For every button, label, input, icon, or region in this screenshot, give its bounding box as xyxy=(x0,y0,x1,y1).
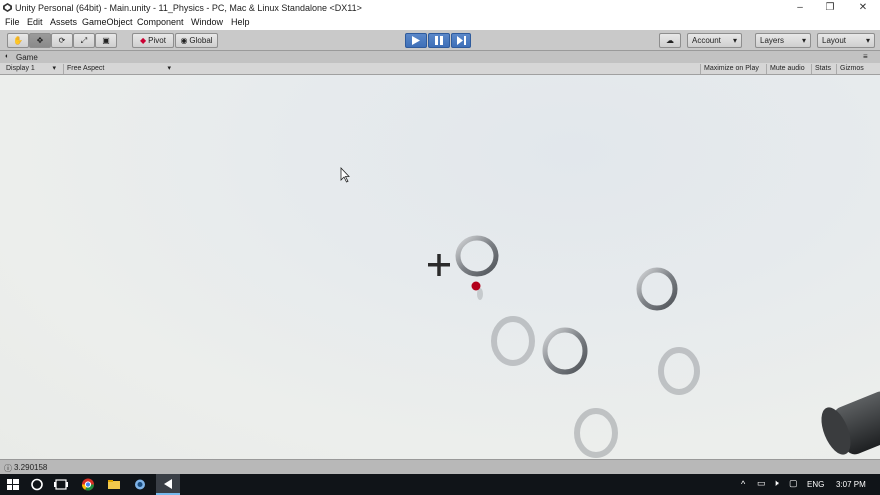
game-scene xyxy=(340,166,880,458)
clock[interactable]: 3:07 PM xyxy=(836,480,866,489)
chevron-down-icon: ▾ xyxy=(167,65,171,72)
gizmos-dropdown[interactable]: Gizmos xyxy=(836,64,867,74)
unity-logo-icon xyxy=(3,3,12,12)
menu-help[interactable]: Help xyxy=(231,17,250,27)
game-tab-label[interactable]: Game xyxy=(16,53,38,62)
unity-icon xyxy=(164,479,172,489)
menu-window[interactable]: Window xyxy=(191,17,223,27)
ring xyxy=(636,267,678,311)
pivot-button[interactable]: ◆ Pivot xyxy=(132,33,174,48)
scale-tool-icon[interactable]: ⤢ xyxy=(73,33,95,48)
rotate-tool-icon[interactable]: ⟳ xyxy=(51,33,73,48)
status-bar: ⓘ 3.290158 xyxy=(0,459,880,474)
step-button[interactable] xyxy=(451,33,471,48)
menu-assets[interactable]: Assets xyxy=(50,17,77,27)
layout-label: Layout xyxy=(822,36,847,45)
chevron-down-icon: ▾ xyxy=(732,36,737,45)
task-view-icon[interactable] xyxy=(52,477,70,492)
play-icon xyxy=(412,36,420,45)
tray-chevron-up-icon[interactable]: ^ xyxy=(741,479,745,489)
menu-component[interactable]: Component xyxy=(137,17,184,27)
network-icon[interactable]: ▭ xyxy=(757,478,766,489)
ring-shadow xyxy=(491,316,535,366)
ring-shadow xyxy=(574,408,618,458)
cortana-icon[interactable] xyxy=(28,477,46,492)
close-icon[interactable]: ✕ xyxy=(853,1,873,15)
menu-bar: File Edit Assets GameObject Component Wi… xyxy=(0,16,880,30)
global-icon: ◉ xyxy=(180,36,188,45)
mute-audio-toggle[interactable]: Mute audio xyxy=(766,64,808,74)
game-tab-icon: ◐ xyxy=(5,53,10,60)
account-dropdown[interactable]: Account ▾ xyxy=(687,33,742,48)
tab-menu-icon[interactable]: ≡ xyxy=(863,52,868,61)
hand-tool-icon[interactable]: ✋ xyxy=(7,33,29,48)
language-indicator[interactable]: ENG xyxy=(807,480,824,489)
chrome-icon[interactable] xyxy=(79,477,97,492)
window-title: Unity Personal (64bit) - Main.unity - 11… xyxy=(15,3,362,13)
global-label: Global xyxy=(189,36,213,45)
global-button[interactable]: ◉ Global xyxy=(175,33,218,48)
title-bar: Unity Personal (64bit) - Main.unity - 11… xyxy=(0,0,880,16)
pivot-dot-icon: ◆ xyxy=(140,36,147,45)
layers-label: Layers xyxy=(760,36,785,45)
menu-edit[interactable]: Edit xyxy=(27,17,43,27)
restore-icon[interactable]: ❐ xyxy=(820,1,840,15)
layout-dropdown[interactable]: Layout ▾ xyxy=(817,33,875,48)
red-ball xyxy=(471,281,481,291)
chevron-down-icon: ▾ xyxy=(52,65,56,72)
volume-icon[interactable]: 🕨 xyxy=(773,478,779,489)
minimize-icon[interactable]: – xyxy=(790,1,810,15)
chevron-down-icon: ▾ xyxy=(801,36,806,45)
aspect-dropdown[interactable]: Free Aspect ▾ xyxy=(63,64,173,74)
game-viewport[interactable] xyxy=(0,75,880,459)
info-icon: ⓘ xyxy=(4,464,12,473)
account-label: Account xyxy=(692,36,721,45)
unity-taskbar-button[interactable] xyxy=(156,474,180,495)
game-view-controls: Display 1 ▾ Free Aspect ▾ Maximize on Play… xyxy=(0,63,880,75)
play-button[interactable] xyxy=(405,33,427,48)
pivot-label: Pivot xyxy=(148,36,166,45)
step-icon xyxy=(456,36,466,45)
game-tab-row: ◐ Game ≡ xyxy=(0,51,880,63)
pause-icon xyxy=(435,36,443,45)
file-explorer-icon[interactable] xyxy=(105,477,123,492)
mouse-cursor-icon xyxy=(340,166,350,183)
cannon xyxy=(821,391,880,455)
chevron-down-icon: ▾ xyxy=(865,36,870,45)
pause-button[interactable] xyxy=(428,33,450,48)
maximize-on-play-toggle[interactable]: Maximize on Play xyxy=(700,64,762,74)
taskbar: ^ ▭ 🕨 ▢ ENG 3:07 PM xyxy=(0,474,880,495)
crosshair-icon xyxy=(437,254,441,276)
ring xyxy=(542,327,588,375)
notification-bubble-icon[interactable]: ▢ xyxy=(789,478,798,489)
layers-dropdown[interactable]: Layers ▾ xyxy=(755,33,811,48)
ring xyxy=(455,235,499,277)
windows-start-icon[interactable] xyxy=(4,477,22,492)
display-label: Display 1 xyxy=(6,65,35,72)
display-dropdown[interactable]: Display 1 ▾ xyxy=(3,64,58,74)
ring-shadow xyxy=(658,347,700,395)
move-tool-icon[interactable]: ✥ xyxy=(29,33,51,48)
menu-file[interactable]: File xyxy=(5,17,20,27)
rect-tool-icon[interactable]: ▣ xyxy=(95,33,117,48)
status-text: 3.290158 xyxy=(14,463,48,472)
menu-gameobject[interactable]: GameObject xyxy=(82,17,133,27)
cloud-icon[interactable]: ☁ xyxy=(659,33,681,48)
stats-toggle[interactable]: Stats xyxy=(811,64,834,74)
app-icon[interactable] xyxy=(131,477,149,492)
aspect-label: Free Aspect xyxy=(67,65,105,72)
toolbar: ✋ ✥ ⟳ ⤢ ▣ ◆ Pivot ◉ Global ☁ Account ▾ Laye… xyxy=(0,30,880,51)
